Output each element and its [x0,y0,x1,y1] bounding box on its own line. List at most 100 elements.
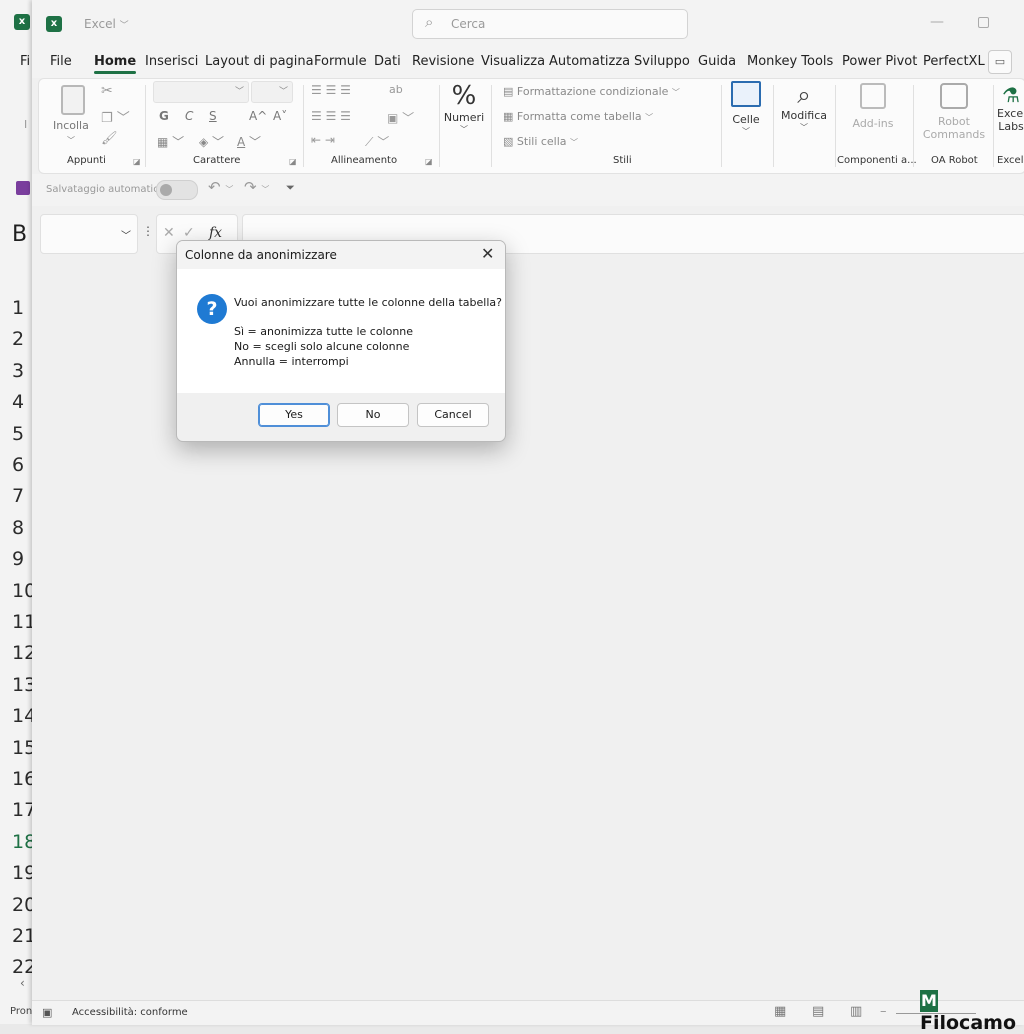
redo-icon[interactable]: ↷ ﹀ [244,178,269,196]
group-carattere-label: Carattere [193,155,241,166]
cancel-button[interactable]: Cancel [417,403,489,427]
cancel-entry-icon[interactable]: ✕ [163,225,175,241]
dialog-launcher-icon[interactable]: ◪ [289,157,297,166]
row-header[interactable]: 4 [12,391,24,413]
page-layout-view-icon[interactable]: ▤ [812,1004,824,1019]
tab-inserisci[interactable]: Inserisci [145,54,198,69]
tab-visualizza[interactable]: Visualizza [481,54,545,69]
accessibility-icon[interactable]: ▣ [42,1006,52,1019]
search-icon: ⌕ [425,13,434,31]
font-size-select[interactable]: ﹀ [251,81,293,103]
grow-font-button[interactable]: A^ [249,109,267,123]
conditional-formatting-label: Formattazione condizionale [516,85,669,98]
row-header[interactable]: 5 [12,423,24,445]
watermark-m-icon: M [920,990,938,1012]
paste-label: Incolla [53,119,89,132]
format-painter-icon[interactable]: 🖌 [101,131,118,146]
tab-automatizza[interactable]: Automatizza [549,54,630,69]
comments-icon[interactable]: ▭ [988,50,1012,74]
row-header[interactable]: 9 [12,548,24,570]
align-left-icon[interactable]: ☰ ☰ ☰ [311,109,351,123]
tab-monkey-tools[interactable]: Monkey Tools [747,54,833,69]
dialog-title: Colonne da anonimizzare [185,248,337,262]
dialog-launcher-icon[interactable]: ◪ [425,157,433,166]
font-color-button[interactable]: A ﹀ [237,133,261,150]
more-options-icon[interactable]: ⋮ [142,224,154,238]
search-box[interactable]: ⌕ Cerca [412,9,688,39]
page-break-view-icon[interactable]: ▥ [850,1004,862,1019]
row-header[interactable]: 7 [12,485,24,507]
customize-qat-icon[interactable]: ⏷ [286,181,295,195]
app-title[interactable]: Excel ﹀ [84,17,129,31]
tab-perfectxl[interactable]: PerfectXL [923,54,985,69]
edit-button[interactable]: ⌕ Modifica ﹀ [779,81,829,133]
zoom-out-icon[interactable]: – [880,1004,887,1019]
cut-icon[interactable]: ✂ [101,83,113,99]
orientation-icon[interactable]: ⟋ ﹀ [365,133,389,150]
wrap-text-icon[interactable]: ab [389,83,403,96]
tab-power-pivot[interactable]: Power Pivot [842,54,917,69]
close-icon[interactable]: ✕ [481,244,494,263]
status-bar: ▣ Accessibilità: conforme ▦ ▤ ▥ – [32,1000,1024,1025]
edit-label: Modifica [781,109,827,122]
conditional-formatting-button[interactable]: ▤ Formattazione condizionale ﹀ [503,85,680,98]
dialog-launcher-icon[interactable]: ◪ [133,157,141,166]
excel-window: x Excel ﹀ ⌕ Cerca — File Home Inserisci Lay… [32,0,1024,1034]
row-header[interactable]: 2 [12,328,24,350]
row-header[interactable]: 3 [12,360,24,382]
align-top-icon[interactable]: ☰ ☰ ☰ [311,83,351,97]
excel-labs-button[interactable]: ⚗ Excel Labs [997,83,1024,133]
name-box[interactable]: ﹀ [40,214,138,254]
toggle-knob [160,184,172,196]
search-icon: ⌕ [797,81,811,109]
confirm-entry-icon[interactable]: ✓ [183,225,195,241]
row-header[interactable]: 8 [12,517,24,539]
addins-button[interactable]: Add-ins [845,83,901,130]
tab-home[interactable]: Home [94,54,137,74]
row-header[interactable]: 6 [12,454,24,476]
font-name-select[interactable]: ﹀ [153,81,249,103]
tab-revisione[interactable]: Revisione [412,54,474,69]
excel-logo-icon: x [46,16,62,32]
tab-dati[interactable]: Dati [374,54,401,69]
italic-button[interactable]: C [185,109,193,123]
normal-view-icon[interactable]: ▦ [774,1004,786,1019]
underline-button[interactable]: S [209,109,217,123]
bold-button[interactable]: G [159,109,169,123]
tab-formule[interactable]: Formule [314,54,367,69]
numbers-label: Numeri [443,111,485,124]
maximize-button[interactable] [978,17,989,28]
accessibility-status[interactable]: Accessibilità: conforme [72,1007,188,1018]
indent-icon[interactable]: ⇤ ⇥ [311,133,335,147]
copy-icon[interactable]: ❐ ﹀ [101,107,130,126]
tab-file[interactable]: File [50,54,72,69]
title-bar: x Excel ﹀ ⌕ Cerca — [32,0,1024,48]
background-cell-ref: B [12,222,28,247]
app-name: Excel [84,17,116,31]
cell-styles-button[interactable]: ▧ Stili cella ﹀ [503,135,578,148]
shrink-font-button[interactable]: A˅ [273,109,287,123]
autosave-toggle[interactable] [156,180,198,200]
robot-commands-button[interactable]: Robot Commands [919,83,989,141]
fill-color-icon[interactable]: ◈ ﹀ [199,133,224,150]
tab-guida[interactable]: Guida [698,54,736,69]
chevron-down-icon: ﹀ [645,113,654,122]
format-as-table-button[interactable]: ▦ Formatta come tabella ﹀ [503,110,653,123]
row-header[interactable]: 1 [12,297,24,319]
tab-sviluppo[interactable]: Sviluppo [634,54,690,69]
background-scroll-left-icon[interactable]: ‹ [20,976,25,990]
insert-function-icon[interactable]: fx [209,225,222,241]
tab-layout-di-pagina[interactable]: Layout di pagina [205,54,314,69]
yes-button[interactable]: Yes [258,403,330,427]
autosave-label: Salvataggio automatico [46,184,165,195]
cells-button[interactable]: Celle ﹀ [727,81,765,137]
cells-label: Celle [732,113,760,126]
undo-icon[interactable]: ↶ ﹀ [208,178,233,196]
chevron-down-icon: ﹀ [121,231,131,242]
numbers-button[interactable]: % Numeri ﹀ [443,81,485,135]
no-button[interactable]: No [337,403,409,427]
minimize-button[interactable]: — [930,14,944,30]
flask-icon: ⚗ [1002,83,1020,107]
borders-icon[interactable]: ▦ ﹀ [157,133,184,150]
merge-cells-icon[interactable]: ▣ ﹀ [387,109,414,126]
